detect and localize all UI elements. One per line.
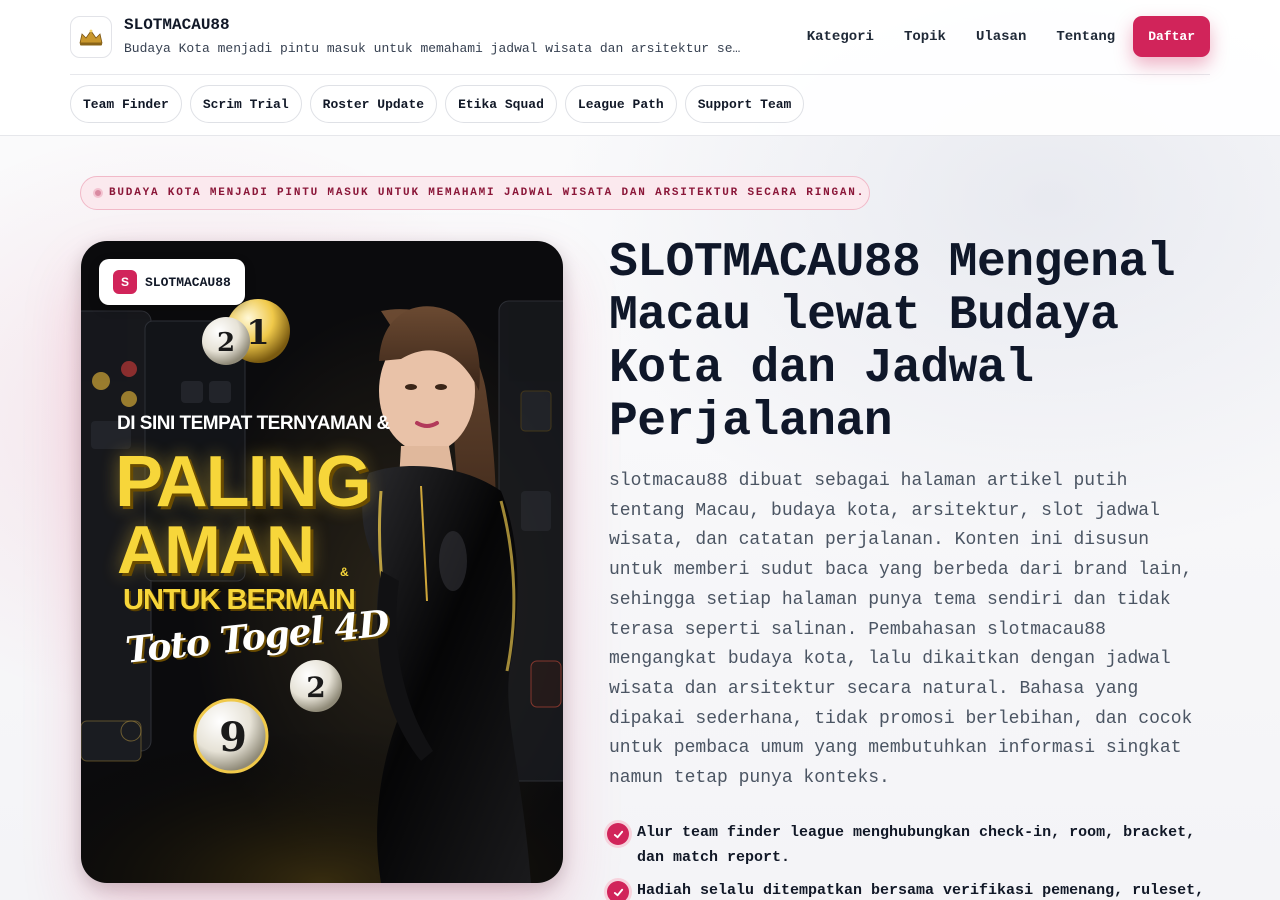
list-item-text: Hadiah selalu ditempatkan bersama verifi… <box>637 882 1205 899</box>
brand-name[interactable]: SLOTMACAU88 <box>124 16 230 34</box>
main-nav: Kategori Topik Ulasan Tentang Daftar <box>807 16 1210 57</box>
daftar-button[interactable]: Daftar <box>1133 16 1210 57</box>
list-item: Hadiah selalu ditempatkan bersama verifi… <box>607 878 1207 900</box>
svg-text:2: 2 <box>306 671 325 704</box>
poster-headline-3: AMAN <box>117 512 315 588</box>
nav-link-topik[interactable]: Topik <box>904 29 946 45</box>
list-item-text: Alur team finder league menghubungkan ch… <box>637 824 1196 866</box>
card-brand-badge: S SLOTMACAU88 <box>99 259 245 305</box>
hero-eyebrow: BUDAYA KOTA MENJADI PINTU MASUK UNTUK ME… <box>80 176 870 210</box>
nav-link-kategori[interactable]: Kategori <box>807 29 874 45</box>
svg-text:1: 1 <box>246 313 270 353</box>
hero-lead-paragraph: slotmacau88 dibuat sebagai halaman artik… <box>609 471 1193 789</box>
page-title: SLOTMACAU88 Mengenal Macau lewat Budaya … <box>609 236 1176 449</box>
chip-etika-squad[interactable]: Etika Squad <box>445 85 557 123</box>
topic-chip-row: Team Finder Scrim Trial Roster Update Et… <box>70 85 812 123</box>
chip-scrim-trial[interactable]: Scrim Trial <box>189 85 302 123</box>
svg-text:9: 9 <box>219 714 247 761</box>
eyebrow-dot-icon <box>93 188 103 198</box>
chip-team-finder[interactable]: Team Finder <box>70 85 182 123</box>
list-item: Alur team finder league menghubungkan ch… <box>607 820 1207 870</box>
poster-headline-1: DI SINI TEMPAT TERNYAMAN & <box>117 413 390 434</box>
site-header: SLOTMACAU88 Budaya Kota menjadi pintu ma… <box>0 0 1280 136</box>
feature-list: Alur team finder league menghubungkan ch… <box>607 820 1207 900</box>
brand-tagline: Budaya Kota menjadi pintu masuk untuk me… <box>124 41 744 56</box>
chip-roster-update[interactable]: Roster Update <box>309 85 438 123</box>
nav-link-ulasan[interactable]: Ulasan <box>976 29 1026 45</box>
header-top-bar: SLOTMACAU88 Budaya Kota menjadi pintu ma… <box>70 0 1210 75</box>
nav-link-tentang[interactable]: Tentang <box>1056 29 1115 45</box>
brand-logo[interactable] <box>70 16 112 58</box>
eyebrow-text: BUDAYA KOTA MENJADI PINTU MASUK UNTUK ME… <box>109 187 866 199</box>
badge-mark: S <box>113 270 137 294</box>
gold-crown-icon <box>79 29 103 46</box>
svg-text:2: 2 <box>217 328 235 358</box>
poster-ampersand: & <box>340 565 349 579</box>
check-icon <box>607 881 629 900</box>
badge-label: SLOTMACAU88 <box>145 274 231 290</box>
chip-support-team[interactable]: Support Team <box>684 85 805 123</box>
chip-league-path[interactable]: League Path <box>564 85 677 123</box>
hero-image-card: 1 2 2 9 S SLOTMACAU88 DI SINI TEMPAT TER… <box>81 241 563 883</box>
check-icon <box>607 823 629 845</box>
